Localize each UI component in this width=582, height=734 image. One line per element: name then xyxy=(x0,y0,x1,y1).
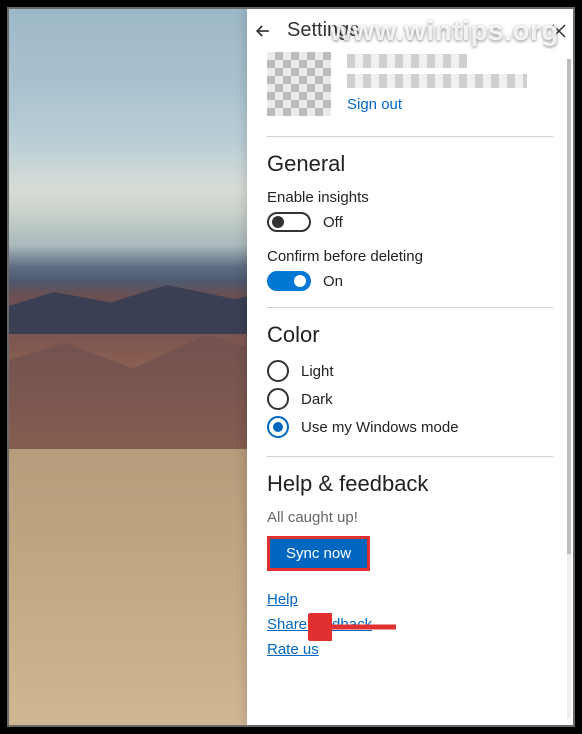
account-section: Sign out xyxy=(267,48,553,130)
scrollbar[interactable] xyxy=(567,59,571,719)
avatar xyxy=(267,52,331,116)
radio-icon xyxy=(267,388,289,410)
color-option-dark[interactable]: Dark xyxy=(267,388,553,410)
divider xyxy=(267,456,553,457)
scrollbar-thumb[interactable] xyxy=(567,59,571,554)
section-title-help: Help & feedback xyxy=(267,471,553,497)
close-icon[interactable] xyxy=(551,23,567,39)
back-icon[interactable] xyxy=(253,21,273,41)
share-feedback-link[interactable]: Share feedback xyxy=(267,616,372,633)
radio-icon xyxy=(267,360,289,382)
color-option-label: Dark xyxy=(301,391,333,408)
sync-status-text: All caught up! xyxy=(267,509,553,526)
settings-panel: Settings Sign out General Enable insight… xyxy=(247,9,573,725)
section-title-general: General xyxy=(267,151,553,177)
section-title-color: Color xyxy=(267,322,553,348)
color-option-windows[interactable]: Use my Windows mode xyxy=(267,416,553,438)
confirm-delete-label: Confirm before deleting xyxy=(267,248,553,265)
enable-insights-toggle[interactable] xyxy=(267,212,311,232)
enable-insights-label: Enable insights xyxy=(267,189,553,206)
sync-now-button[interactable]: Sync now xyxy=(267,536,370,571)
account-name-redacted xyxy=(347,54,467,68)
radio-icon xyxy=(267,416,289,438)
color-option-light[interactable]: Light xyxy=(267,360,553,382)
rate-us-link[interactable]: Rate us xyxy=(267,641,319,658)
sign-out-link[interactable]: Sign out xyxy=(347,96,402,113)
divider xyxy=(267,136,553,137)
divider xyxy=(267,307,553,308)
color-option-label: Light xyxy=(301,363,334,380)
account-email-redacted xyxy=(347,74,527,88)
panel-header: Settings xyxy=(247,9,573,48)
help-link[interactable]: Help xyxy=(267,591,298,608)
page-title: Settings xyxy=(287,19,537,42)
confirm-delete-state: On xyxy=(323,273,343,290)
color-option-label: Use my Windows mode xyxy=(301,419,459,436)
confirm-delete-toggle[interactable] xyxy=(267,271,311,291)
enable-insights-state: Off xyxy=(323,214,343,231)
